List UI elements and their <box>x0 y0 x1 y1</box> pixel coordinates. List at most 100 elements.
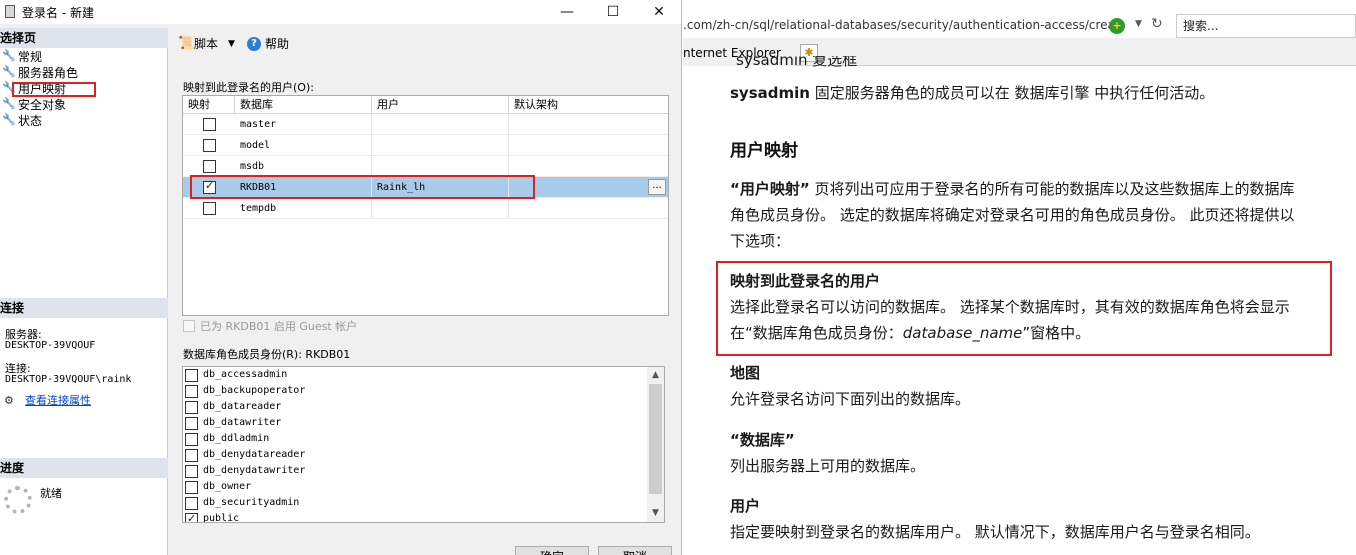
column-header-map[interactable]: 映射 <box>183 96 235 114</box>
progress-spinner-icon <box>4 486 32 514</box>
doc-database-desc: 列出服务器上可用的数据库。 <box>730 457 926 475</box>
progress-status: 就绪 <box>40 487 62 500</box>
wrench-icon: 🔧 <box>2 113 16 126</box>
role-checkbox[interactable] <box>185 433 198 446</box>
user-cell[interactable] <box>372 114 509 135</box>
column-header-database[interactable]: 数据库 <box>235 96 372 114</box>
mapped-users-label: 映射到此登录名的用户(O): <box>183 81 314 94</box>
map-checkbox[interactable] <box>203 160 216 173</box>
doc-user-mapping-line1: “用户映射” 页将列出可应用于登录名的所有可能的数据库以及这些数据库上的数据库 <box>730 176 1340 202</box>
scroll-down-icon[interactable]: ▼ <box>647 505 664 522</box>
role-membership-list: db_accessadmin db_backupoperator db_data… <box>182 366 665 523</box>
select-page-pane: 选择页 🔧 常规 🔧 服务器角色 🔧 用户映射 🔧 安全对象 🔧 状态 连接 服… <box>0 28 168 555</box>
doc-mapped-users-line1: 选择此登录名可以访问的数据库。 选择某个数据库时，其有效的数据库角色将会显示 <box>730 298 1290 316</box>
doc-sysadmin-text: 固定服务器角色的成员可以在 数据库引擎 中执行任何活动。 <box>809 84 1215 102</box>
doc-user-mapping-quote: “用户映射” <box>730 180 810 198</box>
help-icon: ? <box>247 37 261 51</box>
grid-row[interactable]: tempdb <box>183 198 668 219</box>
role-name: public <box>203 513 240 523</box>
map-checkbox[interactable] <box>203 118 216 131</box>
doc-text: ”窗格中。 <box>1022 324 1091 342</box>
nav-item-label: 安全对象 <box>18 98 67 112</box>
doc-mapped-users-heading: 映射到此登录名的用户 <box>730 272 881 290</box>
role-name: db_denydatawriter <box>203 465 306 476</box>
doc-user-desc: 指定要映射到登录名的数据库用户。 默认情况下，数据库用户名与登录名相同。 <box>730 523 1260 541</box>
browse-schema-button[interactable]: ... <box>648 179 666 195</box>
role-checkbox[interactable] <box>185 417 198 430</box>
connection-value: DESKTOP-39VQOUF\raink <box>5 374 132 385</box>
schema-cell[interactable] <box>509 114 668 135</box>
security-icon[interactable]: + <box>1109 18 1125 34</box>
user-cell[interactable] <box>372 198 509 219</box>
scroll-up-icon[interactable]: ▲ <box>647 367 664 384</box>
schema-cell[interactable] <box>509 198 668 219</box>
doc-heading-user-mapping: 用户映射 <box>730 141 798 161</box>
dialog-title: 登录名 - 新建 <box>22 6 94 20</box>
role-checkbox[interactable] <box>185 385 198 398</box>
doc-user-mapping-line2: 角色成员身份。 选定的数据库将确定对登录名可用的角色成员身份。 此页还将提供以 <box>730 206 1295 224</box>
chevron-down-icon[interactable]: ▼ <box>1135 19 1142 29</box>
doc-sysadmin-bold: sysadmin <box>730 84 810 102</box>
server-value: DESKTOP-39VQOUF <box>5 340 96 351</box>
connection-properties-icon: ⚙ <box>4 394 14 407</box>
help-button[interactable]: 帮助 <box>265 32 289 56</box>
user-cell[interactable] <box>372 156 509 177</box>
doc-cut-line: sysadmin 复选框 <box>736 56 858 69</box>
minimize-button[interactable]: — <box>544 0 590 24</box>
map-checkbox[interactable] <box>203 202 216 215</box>
select-page-header: 选择页 <box>0 28 168 48</box>
nav-item-label: 状态 <box>18 114 43 128</box>
user-cell[interactable] <box>372 135 509 156</box>
role-checkbox[interactable] <box>185 401 198 414</box>
cancel-button[interactable]: 取消 <box>598 546 672 555</box>
doc-map-desc: 允许登录名访问下面列出的数据库。 <box>730 390 971 408</box>
role-checkbox[interactable] <box>185 511 198 522</box>
grid-row[interactable]: msdb <box>183 156 668 177</box>
script-button[interactable]: 脚本 <box>194 32 218 56</box>
doc-sysadmin-paragraph: sysadmin 固定服务器角色的成员可以在 数据库引擎 中执行任何活动。 <box>730 80 1340 106</box>
wrench-icon: 🔧 <box>2 65 16 78</box>
nav-item-server-roles[interactable]: 🔧 服务器角色 <box>0 65 160 81</box>
nav-item-general[interactable]: 🔧 常规 <box>0 49 160 65</box>
close-button[interactable]: ✕ <box>636 0 681 24</box>
role-list-scrollbar[interactable]: ▲ ▼ <box>647 367 664 522</box>
role-checkbox[interactable] <box>185 369 198 382</box>
nav-item-label: 常规 <box>18 50 43 64</box>
role-name: db_securityadmin <box>203 497 300 508</box>
nav-item-securables[interactable]: 🔧 安全对象 <box>0 97 160 113</box>
user-mapping-grid: 映射 数据库 用户 默认架构 master model msdb RKDB01 … <box>182 95 669 316</box>
schema-cell[interactable] <box>509 156 668 177</box>
map-checkbox[interactable] <box>203 139 216 152</box>
chevron-down-icon[interactable]: ▼ <box>228 32 235 56</box>
refresh-icon[interactable]: ↻ <box>1151 16 1163 32</box>
role-checkbox[interactable] <box>185 449 198 462</box>
role-checkbox[interactable] <box>185 465 198 478</box>
browser-window: .com/zh-cn/sql/relational-databases/secu… <box>683 0 1356 555</box>
doc-mapped-users-line2: 在“数据库角色成员身份：database_name”窗格中。 <box>730 320 1340 346</box>
search-input[interactable]: 搜索... <box>1176 14 1356 38</box>
dialog-titlebar: 登录名 - 新建 — ☐ ✕ <box>0 0 681 24</box>
role-checkbox[interactable] <box>185 497 198 510</box>
wrench-icon: 🔧 <box>2 49 16 62</box>
schema-cell[interactable] <box>509 135 668 156</box>
column-header-user[interactable]: 用户 <box>372 96 509 114</box>
new-login-dialog: 登录名 - 新建 — ☐ ✕ 选择页 🔧 常规 🔧 服务器角色 🔧 用户映射 🔧… <box>0 0 682 555</box>
grid-row[interactable]: master <box>183 114 668 135</box>
maximize-button[interactable]: ☐ <box>590 0 636 24</box>
view-connection-properties-link[interactable]: 查看连接属性 <box>25 392 91 408</box>
scroll-thumb[interactable] <box>649 384 662 494</box>
app-icon <box>5 5 15 18</box>
column-header-default-schema[interactable]: 默认架构 <box>509 96 668 114</box>
database-cell: msdb <box>235 156 372 177</box>
address-bar[interactable]: .com/zh-cn/sql/relational-databases/secu… <box>683 14 1169 38</box>
role-checkbox[interactable] <box>185 481 198 494</box>
nav-item-status[interactable]: 🔧 状态 <box>0 113 160 129</box>
grid-row[interactable]: model <box>183 135 668 156</box>
role-name: db_datawriter <box>203 417 282 428</box>
dialog-toolbar: 📜 脚本 ▼ ? 帮助 <box>172 32 677 56</box>
ok-button[interactable]: 确定 <box>515 546 589 555</box>
url-text[interactable]: .com/zh-cn/sql/relational-databases/secu… <box>683 18 1120 32</box>
role-membership-label: 数据库角色成员身份(R): RKDB01 <box>183 348 351 361</box>
doc-user-mapping-line3: 下选项： <box>730 232 791 250</box>
doc-user-mapping-desc1: 页将列出可应用于登录名的所有可能的数据库以及这些数据库上的数据库 <box>809 180 1295 198</box>
